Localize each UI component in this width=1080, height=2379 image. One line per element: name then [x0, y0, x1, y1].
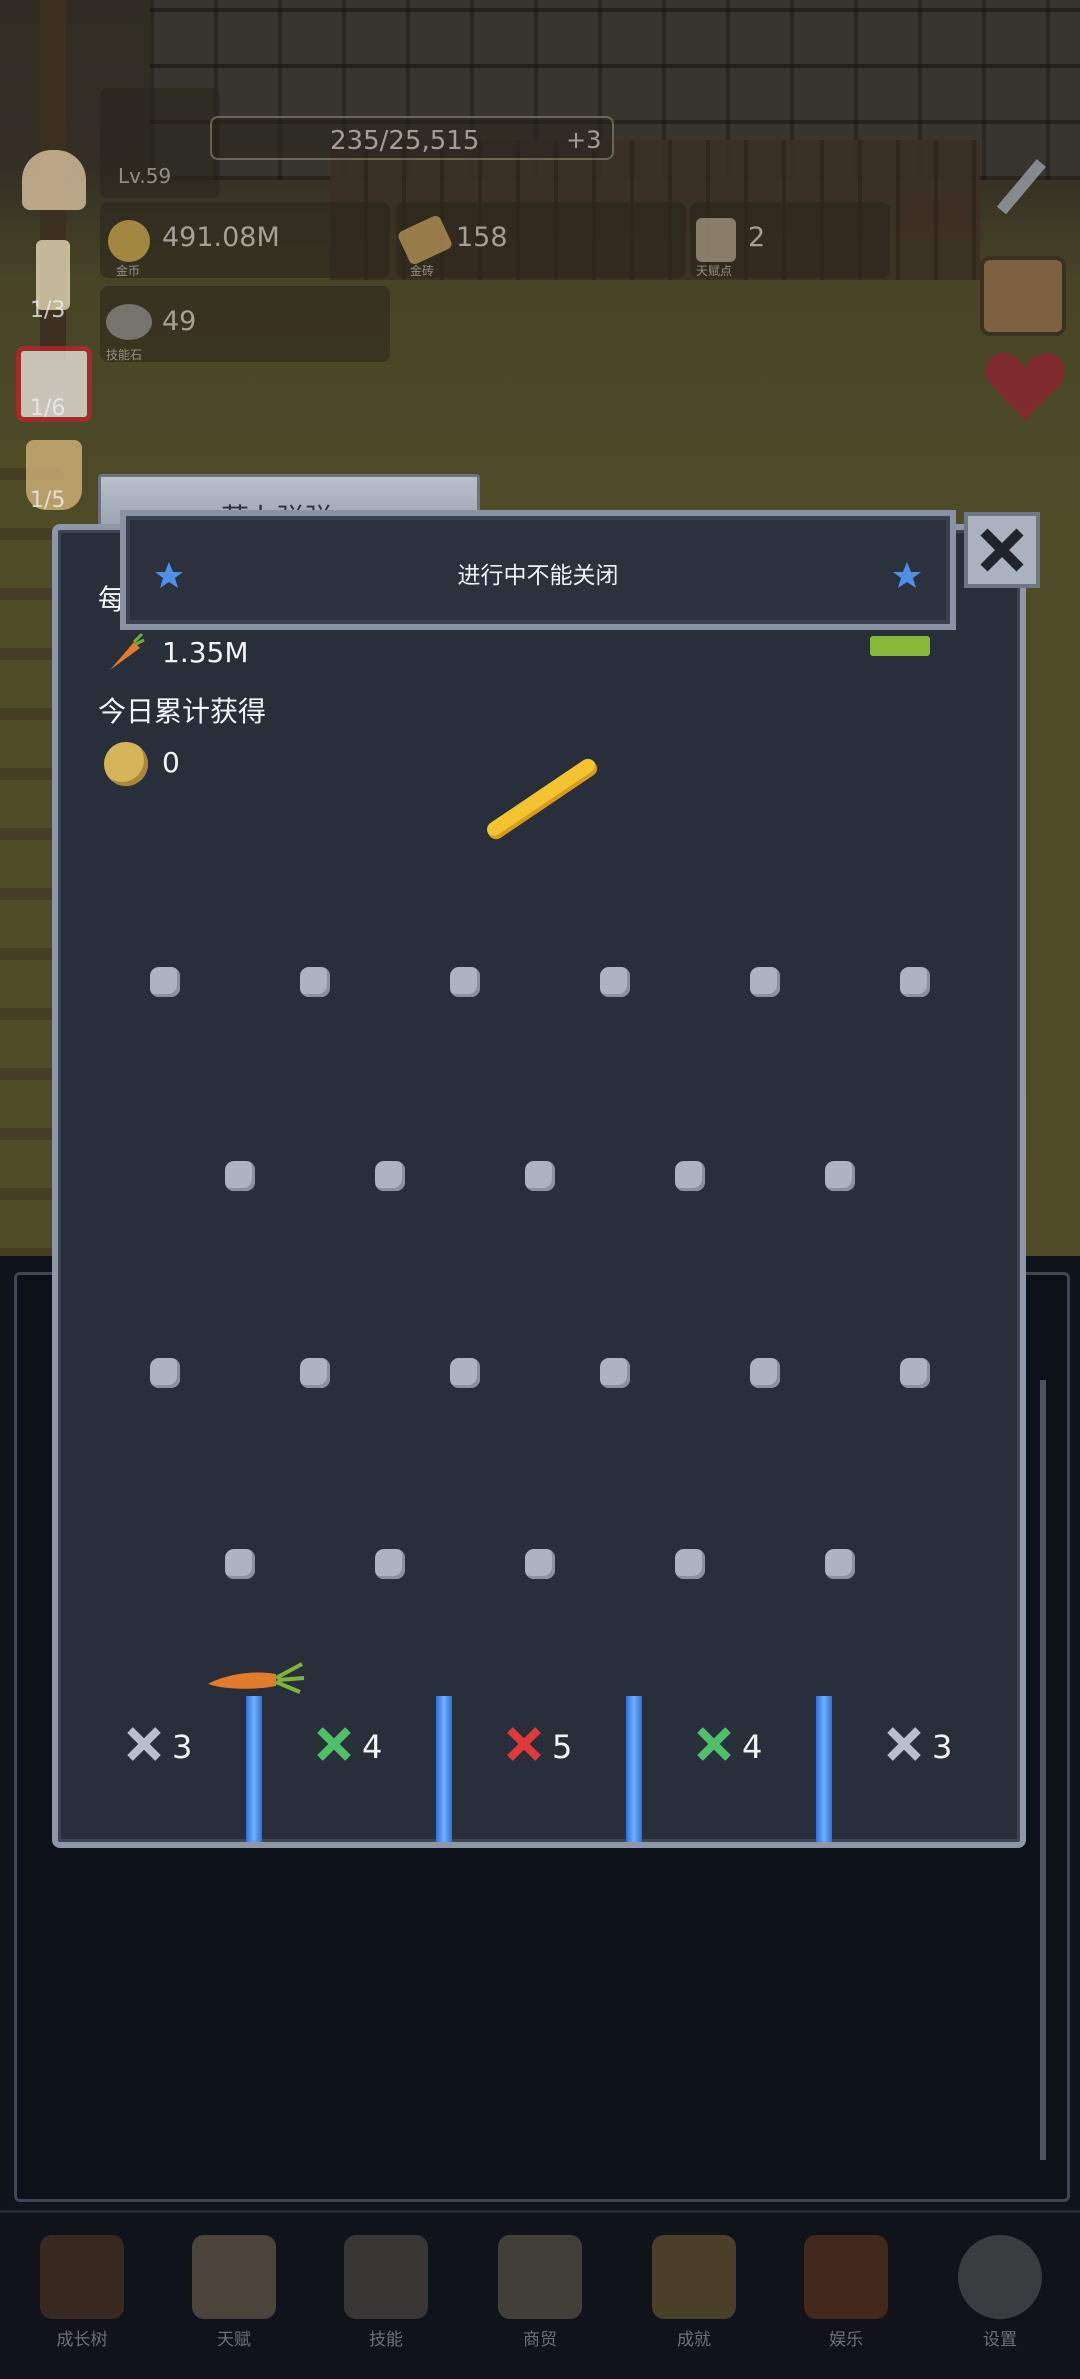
green-indicator — [870, 636, 930, 656]
peg — [750, 1358, 780, 1388]
nav-item-settings[interactable]: 设置 — [930, 2235, 1070, 2365]
peg — [825, 1549, 855, 1579]
today-total-label: 今日累计获得 — [98, 695, 267, 728]
peg — [375, 1161, 405, 1191]
wrench-icon[interactable] — [986, 150, 1058, 222]
heart-icon[interactable] — [982, 346, 1068, 426]
peg — [375, 1549, 405, 1579]
book-icon — [40, 2235, 124, 2319]
nav-item-talent[interactable]: 天赋 — [164, 2235, 304, 2365]
slot-divider — [816, 1696, 832, 1842]
horn-icon — [804, 2235, 888, 2319]
star-icon — [893, 562, 921, 588]
candle-count: 1/3 — [30, 298, 66, 323]
peg — [150, 1358, 180, 1388]
nav-label: 娱乐 — [829, 2330, 863, 2350]
peg — [150, 967, 180, 997]
peg — [600, 1358, 630, 1388]
close-icon — [980, 528, 1024, 572]
slot-multiplier: 5 — [552, 1728, 573, 1766]
nav-item-entertainment[interactable]: 娱乐 — [776, 2235, 916, 2365]
notice-banner: 进行中不能关闭 — [120, 510, 956, 630]
stone-caption: 技能石 — [106, 348, 143, 362]
peg — [225, 1161, 255, 1191]
slot-divider — [246, 1696, 262, 1842]
peg — [450, 1358, 480, 1388]
gold-coin-icon — [104, 742, 148, 786]
peg — [675, 1161, 705, 1191]
carrot-value: 1.35M — [162, 636, 249, 669]
player-level: Lv.59 — [118, 164, 172, 188]
slot-multiplier: 3 — [932, 1728, 953, 1766]
peg — [450, 967, 480, 997]
peg — [225, 1549, 255, 1579]
nav-item-trade[interactable]: 商贸 — [470, 2235, 610, 2365]
multiplier-x-icon — [697, 1727, 731, 1761]
talent-caption: 天赋点 — [696, 264, 733, 278]
slot-multiplier: 4 — [742, 1728, 763, 1766]
talent-value: 2 — [748, 222, 766, 253]
peg — [300, 967, 330, 997]
nav-label: 设置 — [983, 2330, 1017, 2350]
falling-carrot — [206, 1660, 306, 1696]
peg — [525, 1549, 555, 1579]
coin-value: 0 — [162, 746, 180, 779]
nav-item-achievement[interactable]: 成就 — [624, 2235, 764, 2365]
nav-label: 成长树 — [56, 2330, 108, 2350]
dice-count: 1/6 — [30, 396, 66, 421]
sword-icon — [344, 2235, 428, 2319]
nav-label: 技能 — [369, 2330, 403, 2350]
gold-caption: 金币 — [116, 264, 141, 278]
slot-multiplier: 4 — [362, 1728, 383, 1766]
slot-divider — [436, 1696, 452, 1842]
skill-stone-icon — [106, 304, 152, 340]
peg — [900, 1358, 930, 1388]
close-button[interactable] — [964, 512, 1040, 588]
crown-icon[interactable] — [22, 150, 86, 210]
notice-text: 进行中不能关闭 — [457, 563, 619, 589]
nav-label: 商贸 — [523, 2330, 557, 2350]
treasure-chest-icon[interactable] — [980, 256, 1066, 336]
multiplier-x-icon — [507, 1727, 541, 1761]
peg — [750, 967, 780, 997]
key-icon — [652, 2235, 736, 2319]
peg — [300, 1358, 330, 1388]
nav-item-growth-tree[interactable]: 成长树 — [12, 2235, 152, 2365]
cup-count: 1/5 — [30, 488, 66, 513]
peg — [900, 967, 930, 997]
peg — [675, 1549, 705, 1579]
ingot-value: 158 — [456, 222, 508, 253]
multiplier-x-icon — [317, 1727, 351, 1761]
exp-bonus: +3 — [566, 126, 602, 154]
peg — [525, 1161, 555, 1191]
stone-value: 49 — [162, 306, 197, 337]
nav-label: 成就 — [677, 2330, 711, 2350]
slot-divider — [626, 1696, 642, 1842]
carrot-icon — [104, 632, 146, 674]
peg — [600, 967, 630, 997]
scroll-icon — [192, 2235, 276, 2319]
map-icon — [498, 2235, 582, 2319]
lower-scrollbar[interactable] — [1040, 1380, 1046, 2160]
multiplier-x-icon — [127, 1727, 161, 1761]
gold-coin-icon — [108, 220, 150, 262]
gold-value: 491.08M — [162, 222, 280, 253]
slot-multiplier: 3 — [172, 1728, 193, 1766]
exp-text: 235/25,515 — [330, 126, 480, 156]
peg — [825, 1161, 855, 1191]
nav-label: 天赋 — [217, 2330, 251, 2350]
talent-scroll-icon — [696, 218, 736, 262]
multiplier-x-icon — [887, 1727, 921, 1761]
gear-icon — [958, 2235, 1042, 2319]
nav-item-skill[interactable]: 技能 — [316, 2235, 456, 2365]
ingot-caption: 金砖 — [410, 264, 435, 278]
